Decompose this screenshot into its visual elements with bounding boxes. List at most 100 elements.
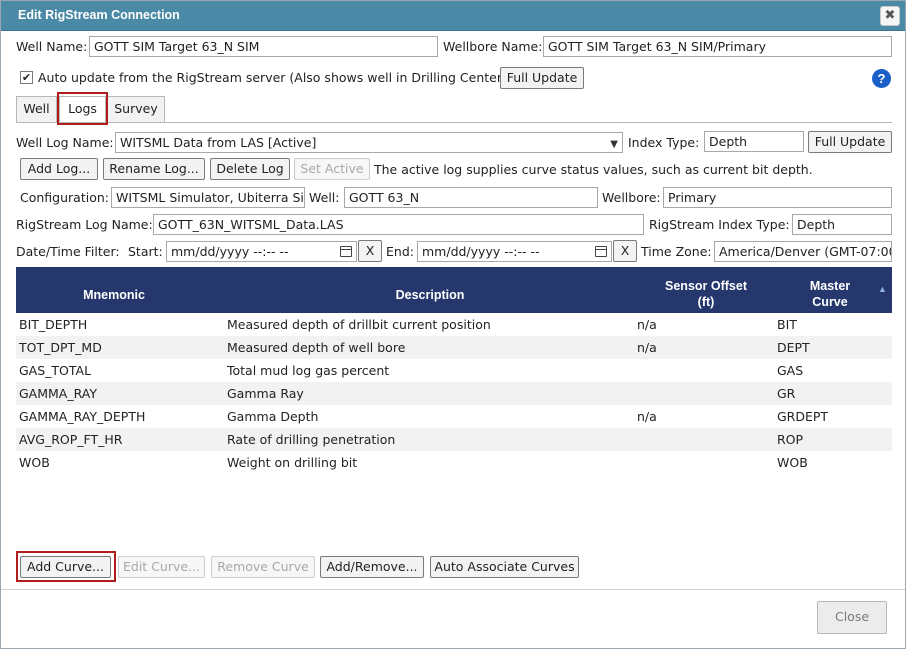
well-name-label: Well Name: [16, 39, 88, 54]
rigstream-index-input[interactable]: Depth [792, 214, 892, 235]
table-row[interactable]: BIT_DEPTH Measured depth of drillbit cur… [16, 313, 892, 336]
rigstream-log-label: RigStream Log Name: [16, 217, 153, 232]
col-master-line1: Master [809, 279, 851, 293]
auto-update-checkbox[interactable]: ✔ [20, 71, 33, 84]
start-label: Start: [128, 244, 163, 259]
table-row[interactable]: AVG_ROP_FT_HR Rate of drilling penetrati… [16, 428, 892, 451]
end-date-placeholder: mm/dd/yyyy --:-- -- [422, 244, 540, 259]
rigstream-log-input[interactable]: GOTT_63N_WITSML_Data.LAS [153, 214, 644, 235]
edit-rigstream-dialog: Edit RigStream Connection ✖ Well Name: G… [0, 0, 906, 649]
rename-log-button[interactable]: Rename Log... [103, 158, 205, 180]
close-icon[interactable]: ✖ [880, 6, 900, 26]
wellbore-name-input[interactable]: GOTT SIM Target 63_N SIM/Primary [543, 36, 892, 57]
tab-survey[interactable]: Survey [107, 96, 165, 122]
edit-curve-button[interactable]: Edit Curve... [118, 556, 205, 578]
cell-offset: n/a [637, 340, 657, 355]
calendar-icon[interactable] [595, 246, 607, 257]
cell-description: Gamma Ray [227, 386, 304, 401]
cell-mnemonic: BIT_DEPTH [19, 317, 88, 332]
active-log-note: The active log supplies curve status val… [374, 162, 813, 177]
time-zone-label: Time Zone: [641, 244, 712, 259]
cell-mnemonic: GAMMA_RAY [19, 386, 98, 401]
well-label: Well: [309, 190, 340, 205]
start-date-input[interactable]: mm/dd/yyyy --:-- -- [166, 241, 357, 262]
start-date-placeholder: mm/dd/yyyy --:-- -- [171, 244, 289, 259]
table-header: Mnemonic Description Sensor Offset (ft) … [16, 267, 892, 313]
tab-well[interactable]: Well [16, 96, 57, 122]
wellbore-label: Wellbore: [602, 190, 661, 205]
cell-mnemonic: AVG_ROP_FT_HR [19, 432, 123, 447]
cell-offset: n/a [637, 317, 657, 332]
well-log-value: WITSML Data from LAS [Active] [120, 135, 317, 150]
sort-asc-icon[interactable]: ▲ [878, 284, 887, 294]
date-filter-label: Date/Time Filter: [16, 244, 120, 259]
set-active-button[interactable]: Set Active [294, 158, 370, 180]
well-log-label: Well Log Name: [16, 135, 114, 150]
cell-description: Measured depth of drillbit current posit… [227, 317, 491, 332]
index-type-input[interactable]: Depth [704, 131, 804, 152]
time-zone-input[interactable]: America/Denver (GMT-07:00) [714, 241, 892, 262]
col-sensor-offset[interactable]: Sensor Offset (ft) [648, 278, 764, 310]
wellbore-name-label: Wellbore Name: [443, 39, 543, 54]
cell-mnemonic: WOB [19, 455, 50, 470]
auto-update-label: Auto update from the RigStream server (A… [38, 70, 507, 85]
dialog-title: Edit RigStream Connection [18, 8, 180, 22]
add-remove-button[interactable]: Add/Remove... [320, 556, 424, 578]
cell-mnemonic: GAMMA_RAY_DEPTH [19, 409, 146, 424]
clear-end-button[interactable]: X [613, 240, 637, 262]
configuration-input[interactable]: WITSML Simulator, Ubiterra Sim [111, 187, 305, 208]
table-row[interactable]: GAMMA_RAY Gamma Ray GR [16, 382, 892, 405]
cell-master: GAS [777, 363, 804, 378]
clear-start-button[interactable]: X [358, 240, 382, 262]
table-row[interactable]: GAS_TOTAL Total mud log gas percent GAS [16, 359, 892, 382]
wellbore-input[interactable]: Primary [663, 187, 892, 208]
col-description[interactable]: Description [212, 287, 648, 303]
cell-mnemonic: TOT_DPT_MD [19, 340, 102, 355]
close-button[interactable]: Close [817, 601, 887, 634]
add-log-button[interactable]: Add Log... [20, 158, 98, 180]
col-master-curve[interactable]: Master Curve [786, 278, 874, 310]
cell-description: Gamma Depth [227, 409, 319, 424]
footer-divider [1, 589, 905, 590]
help-icon[interactable]: ? [872, 69, 891, 88]
delete-log-button[interactable]: Delete Log [210, 158, 290, 180]
remove-curve-button[interactable]: Remove Curve [211, 556, 315, 578]
well-input[interactable]: GOTT 63_N [344, 187, 598, 208]
curves-table: Mnemonic Description Sensor Offset (ft) … [16, 267, 892, 552]
logs-tab-highlight [57, 92, 108, 125]
end-date-input[interactable]: mm/dd/yyyy --:-- -- [417, 241, 612, 262]
configuration-label: Configuration: [20, 190, 109, 205]
cell-master: GR [777, 386, 796, 401]
full-update-logs-button[interactable]: Full Update [808, 131, 892, 153]
chevron-down-icon: ▼ [610, 139, 618, 150]
cell-description: Measured depth of well bore [227, 340, 406, 355]
table-row[interactable]: GAMMA_RAY_DEPTH Gamma Depth n/a GRDEPT [16, 405, 892, 428]
cell-description: Total mud log gas percent [227, 363, 390, 378]
index-type-label: Index Type: [628, 135, 700, 150]
cell-description: Rate of drilling penetration [227, 432, 396, 447]
cell-description: Weight on drilling bit [227, 455, 358, 470]
full-update-button[interactable]: Full Update [500, 67, 584, 89]
cell-mnemonic: GAS_TOTAL [19, 363, 92, 378]
col-mnemonic[interactable]: Mnemonic [16, 287, 212, 303]
cell-master: BIT [777, 317, 797, 332]
dialog-titlebar: Edit RigStream Connection ✖ [1, 1, 905, 31]
col-master-line2: Curve [812, 295, 848, 309]
end-label: End: [386, 244, 414, 259]
well-log-select[interactable]: WITSML Data from LAS [Active] ▼ [115, 132, 623, 153]
cell-master: DEPT [777, 340, 810, 355]
cell-master: ROP [777, 432, 804, 447]
col-sensor-offset-line2: (ft) [697, 295, 715, 309]
auto-associate-curves-button[interactable]: Auto Associate Curves [430, 556, 579, 578]
col-sensor-offset-line1: Sensor Offset [665, 279, 747, 293]
cell-master: GRDEPT [777, 409, 829, 424]
tab-divider [16, 122, 892, 123]
cell-master: WOB [777, 455, 808, 470]
add-curve-highlight [16, 551, 116, 582]
rigstream-index-label: RigStream Index Type: [649, 217, 790, 232]
cell-offset: n/a [637, 409, 657, 424]
well-name-input[interactable]: GOTT SIM Target 63_N SIM [89, 36, 438, 57]
calendar-icon[interactable] [340, 246, 352, 257]
table-row[interactable]: WOB Weight on drilling bit WOB [16, 451, 892, 474]
table-row[interactable]: TOT_DPT_MD Measured depth of well bore n… [16, 336, 892, 359]
